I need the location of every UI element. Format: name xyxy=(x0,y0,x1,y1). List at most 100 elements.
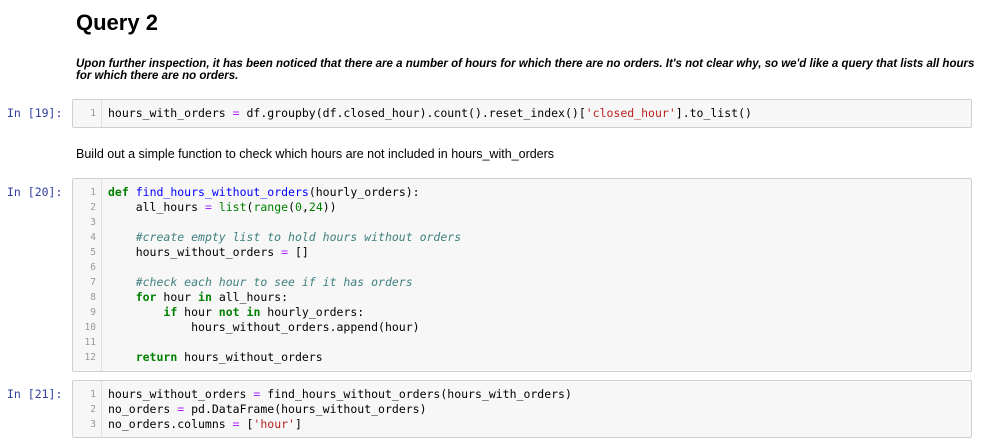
code-token: = xyxy=(281,245,289,259)
code-token: = xyxy=(232,106,240,120)
code-editor[interactable]: 1 hours_with_orders = df.groupby(df.close… xyxy=(73,106,971,121)
cell-prompt: In [21]: xyxy=(7,387,63,401)
code-token: all_hours xyxy=(108,200,205,214)
code-token: in xyxy=(246,305,261,319)
code-token: (hourly_orders): xyxy=(308,185,420,199)
code-token: if xyxy=(163,305,178,319)
code-line: 11 xyxy=(73,335,971,350)
code-token: all_hours: xyxy=(211,290,289,304)
code-token: range xyxy=(253,200,289,214)
code-line: 9 if hour not in hourly_orders: xyxy=(73,305,971,320)
code-token: hourly_orders: xyxy=(260,305,365,319)
line-number: 2 xyxy=(90,404,96,415)
code-token: hour xyxy=(177,305,219,319)
code-token: = xyxy=(204,200,212,214)
code-token: pd.DataFrame(hours_without_orders) xyxy=(184,402,427,416)
code-token: hours_with_orders xyxy=(108,106,233,120)
code-token: no_orders xyxy=(108,402,178,416)
code-text: hours_without_orders = find_hours_withou… xyxy=(108,387,572,402)
code-line: 2 no_orders = pd.DataFrame(hours_without_… xyxy=(73,402,971,417)
code-token: list xyxy=(218,200,247,214)
code-editor[interactable]: 1 hours_without_orders = find_hours_witho… xyxy=(73,387,971,432)
line-number: 7 xyxy=(90,277,96,288)
code-token: hours_without_orders xyxy=(108,387,254,401)
cell-prompt: In [20]: xyxy=(7,185,63,199)
code-token: #check each hour to see if it has orders xyxy=(135,275,413,289)
markdown-intro-text: Upon further inspection, it has been not… xyxy=(76,58,975,82)
code-line: 10 hours_without_orders.append(hour) xyxy=(73,320,971,335)
code-line: 7 #check each hour to see if it has orde… xyxy=(73,275,971,290)
code-line: 12 return hours_without_orders xyxy=(73,350,971,365)
line-number: 11 xyxy=(84,337,96,348)
code-line: 1 hours_with_orders = df.groupby(df.close… xyxy=(73,106,971,121)
line-number: 1 xyxy=(90,108,96,119)
code-token: no_orders.columns xyxy=(108,417,233,431)
code-token: df.groupby(df.closed_hour).count().reset… xyxy=(239,106,586,120)
code-text: no_orders = pd.DataFrame(hours_without_o… xyxy=(108,402,427,417)
code-token: hours_without_orders.append(hour) xyxy=(108,320,420,334)
code-line: 8 for hour in all_hours: xyxy=(73,290,971,305)
code-token: )) xyxy=(322,200,337,214)
code-line: 2 all_hours = list(range(0,24)) xyxy=(73,200,971,215)
line-number: 8 xyxy=(90,292,96,303)
markdown-explain-text: Build out a simple function to check whi… xyxy=(76,147,555,161)
code-token: hours_without_orders xyxy=(177,350,323,364)
code-cell-21[interactable]: 1 hours_without_orders = find_hours_witho… xyxy=(72,380,972,438)
code-token: hours_without_orders xyxy=(108,245,282,259)
code-token: hour xyxy=(156,290,199,304)
code-token: 0 xyxy=(295,200,302,214)
code-token: = xyxy=(232,417,240,431)
code-text: for hour in all_hours: xyxy=(108,290,288,305)
line-number: 4 xyxy=(90,232,96,243)
code-token: 'closed_hour' xyxy=(585,106,676,120)
line-number: 1 xyxy=(90,187,96,198)
line-number: 6 xyxy=(90,262,96,273)
code-cell-20[interactable]: 1 def find_hours_without_orders(hourly_or… xyxy=(72,178,972,372)
code-token: return xyxy=(135,350,178,364)
code-token: ].to_list() xyxy=(675,106,752,120)
code-text: #check each hour to see if it has orders xyxy=(108,275,413,290)
markdown-heading: Query 2 xyxy=(76,10,158,35)
code-text: hours_without_orders = [] xyxy=(108,245,309,260)
code-line: 1 hours_without_orders = find_hours_witho… xyxy=(73,387,971,402)
code-cell-19[interactable]: 1 hours_with_orders = df.groupby(df.close… xyxy=(72,99,972,128)
code-line: 3 xyxy=(73,215,971,230)
code-line: 1 def find_hours_without_orders(hourly_or… xyxy=(73,185,971,200)
line-number: 12 xyxy=(84,352,96,363)
code-line: 6 xyxy=(73,260,971,275)
code-token: find_hours_without_orders xyxy=(135,185,309,199)
code-editor[interactable]: 1 def find_hours_without_orders(hourly_or… xyxy=(73,185,971,365)
code-token: ] xyxy=(294,417,302,431)
code-text: return hours_without_orders xyxy=(108,350,323,365)
line-number: 5 xyxy=(90,247,96,258)
code-token: def xyxy=(108,185,129,199)
code-text: hours_without_orders.append(hour) xyxy=(108,320,420,335)
code-text: all_hours = list(range(0,24)) xyxy=(108,200,337,215)
code-token: [ xyxy=(239,417,254,431)
code-token: 24 xyxy=(308,200,323,214)
code-token: 'hour' xyxy=(253,417,295,431)
code-token: , xyxy=(301,200,309,214)
code-text: no_orders.columns = ['hour'] xyxy=(108,417,302,432)
code-line: 3 no_orders.columns = ['hour'] xyxy=(73,417,971,432)
code-line: 5 hours_without_orders = [] xyxy=(73,245,971,260)
code-token: in xyxy=(198,290,212,304)
code-token: not xyxy=(218,305,240,319)
code-line: 4 #create empty list to hold hours witho… xyxy=(73,230,971,245)
code-token: ( xyxy=(288,200,296,214)
line-number: 1 xyxy=(90,389,96,400)
code-token: #create empty list to hold hours without… xyxy=(135,230,462,244)
line-number: 10 xyxy=(84,322,96,333)
line-number: 9 xyxy=(90,307,96,318)
code-token: for xyxy=(135,290,157,304)
cell-prompt: In [19]: xyxy=(7,106,63,120)
code-text: def find_hours_without_orders(hourly_ord… xyxy=(108,185,420,200)
